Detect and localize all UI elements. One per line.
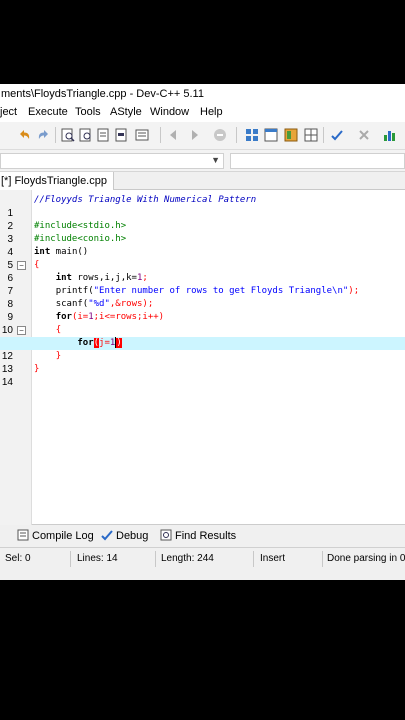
- back-icon[interactable]: [167, 128, 181, 142]
- debug-check-icon: [101, 530, 113, 541]
- stop-icon[interactable]: [213, 128, 227, 142]
- chevron-down-icon[interactable]: ▼: [211, 155, 220, 165]
- bottom-panel-tabs: Compile Log Debug Find Results: [0, 525, 405, 547]
- undo-icon[interactable]: [17, 128, 31, 142]
- code-line: 10 for(i=1;i<=rows;i++): [1, 312, 165, 336]
- code-line: 2: [7, 221, 13, 232]
- menu-execute[interactable]: Execute: [28, 106, 68, 118]
- forward-icon[interactable]: [187, 128, 201, 142]
- layout-grid-icon[interactable]: [304, 128, 318, 142]
- tab-debug[interactable]: Debug: [101, 529, 148, 542]
- code-line: 4 #include<conio.h>: [7, 234, 127, 258]
- class-combo[interactable]: ▼: [0, 153, 224, 169]
- menu-bar: ject Execute Tools AStyle Window Help: [0, 104, 405, 122]
- status-sel: Sel: 0: [5, 553, 31, 564]
- editor-tabs: [*] FloydsTriangle.cpp: [0, 172, 405, 190]
- tab-compile-log[interactable]: Compile Log: [17, 529, 94, 542]
- status-bar: Sel: 0 Lines: 14 Length: 244 Insert Done…: [0, 547, 405, 569]
- tab-find-results[interactable]: Find Results: [160, 529, 236, 542]
- code-line: 5 int main(): [7, 247, 89, 271]
- code-line-current: 12 for(j=1): [0, 337, 405, 362]
- code-editor[interactable]: 1 //Floyyds Triangle With Numerical Patt…: [0, 190, 405, 525]
- menu-project[interactable]: ject: [0, 106, 17, 118]
- main-toolbar: [0, 122, 405, 150]
- title-bar: ments\FloydsTriangle.cpp - Dev-C++ 5.11: [0, 84, 405, 104]
- panel-icon[interactable]: [284, 128, 298, 142]
- member-combo[interactable]: [230, 153, 405, 169]
- menu-astyle[interactable]: AStyle: [110, 106, 142, 118]
- fold-toggle-icon[interactable]: −: [17, 261, 26, 270]
- find-next-icon[interactable]: [97, 128, 111, 142]
- status-mode: Insert: [260, 553, 286, 564]
- code-line: 8 printf("Enter number of rows to get Fl…: [7, 286, 360, 310]
- menu-help[interactable]: Help: [200, 106, 223, 118]
- menu-window[interactable]: Window: [150, 106, 189, 118]
- replace-icon[interactable]: [79, 128, 93, 142]
- status-length: Length: 244: [161, 553, 214, 564]
- status-lines: Lines: 14: [77, 553, 118, 564]
- grid-icon[interactable]: [245, 128, 259, 142]
- status-message: Done parsing in 0: [327, 553, 405, 564]
- code-line: 14 }: [1, 364, 40, 388]
- check-icon[interactable]: [330, 128, 344, 142]
- find-results-icon: [160, 529, 172, 541]
- code-line: 9 scanf("%d",&rows);: [7, 299, 154, 323]
- menu-tools[interactable]: Tools: [75, 106, 101, 118]
- code-line: 1 //Floyyds Triangle With Numerical Patt…: [7, 195, 257, 219]
- chart-icon[interactable]: [383, 128, 397, 142]
- close-icon[interactable]: [357, 128, 371, 142]
- code-line: 11 − {: [0, 324, 405, 349]
- redo-icon[interactable]: [37, 128, 51, 142]
- secondary-toolbar: ▼: [0, 150, 405, 172]
- toggle-bookmark-icon[interactable]: [135, 128, 149, 142]
- window-title: ments\FloydsTriangle.cpp - Dev-C++ 5.11: [1, 88, 204, 100]
- code-line: 6 − {: [7, 260, 40, 284]
- tab-floyds-triangle[interactable]: [*] FloydsTriangle.cpp: [0, 172, 114, 190]
- dev-cpp-window: ments\FloydsTriangle.cpp - Dev-C++ 5.11 …: [0, 84, 405, 580]
- code-line: 7 int rows,i,j,k=1;: [7, 273, 148, 297]
- fold-toggle-icon[interactable]: −: [17, 326, 26, 335]
- layout-icon[interactable]: [264, 128, 278, 142]
- code-line: 13 }: [1, 351, 62, 375]
- compile-log-icon: [17, 529, 29, 541]
- find-icon[interactable]: [61, 128, 75, 142]
- code-line: 3 #include<stdio.h>: [7, 221, 127, 245]
- goto-line-icon[interactable]: [115, 128, 129, 142]
